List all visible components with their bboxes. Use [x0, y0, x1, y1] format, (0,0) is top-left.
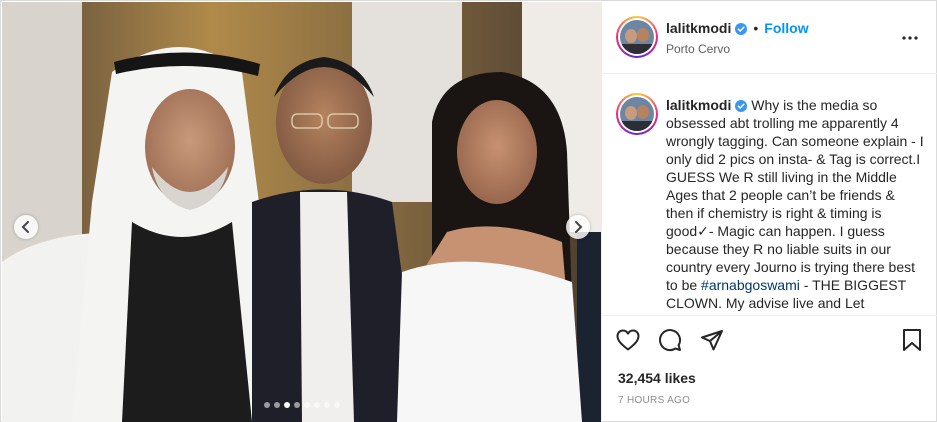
avatar-image — [620, 20, 654, 54]
header-user-line: lalitkmodi • Follow — [666, 20, 809, 36]
carousel-dots — [2, 402, 601, 408]
comments-section: lalitkmodi Why is the media so obsessed … — [602, 75, 937, 315]
likes-count[interactable]: 32,454 likes — [618, 370, 696, 386]
location-link[interactable]: Porto Cervo — [666, 42, 730, 56]
post-header: lalitkmodi • Follow Porto Cervo — [602, 2, 937, 74]
caption-username[interactable]: lalitkmodi — [666, 97, 731, 113]
separator-dot: • — [753, 20, 759, 36]
paper-plane-icon — [701, 330, 723, 351]
post-caption: lalitkmodi Why is the media so obsessed … — [666, 96, 924, 312]
post-side-panel: lalitkmodi • Follow Porto Cervo lalitkmo… — [601, 2, 937, 422]
chevron-left-icon — [21, 221, 29, 233]
carousel-dot — [263, 402, 270, 408]
post-photo — [2, 2, 601, 422]
carousel-dot — [313, 402, 320, 408]
post-timestamp[interactable]: 7 HOURS AGO — [618, 395, 690, 406]
follow-button[interactable]: Follow — [764, 20, 808, 36]
username[interactable]: lalitkmodi — [666, 20, 731, 36]
comment-bubble-icon — [659, 329, 682, 352]
avatar[interactable] — [616, 16, 658, 58]
caption-avatar[interactable] — [616, 93, 658, 135]
more-horizontal-icon — [902, 36, 918, 40]
carousel-dot — [273, 402, 280, 408]
carousel-dot — [303, 402, 310, 408]
bookmark-icon — [903, 329, 921, 351]
like-button[interactable] — [614, 326, 642, 354]
save-button[interactable] — [898, 326, 926, 354]
post-card: lalitkmodi • Follow Porto Cervo lalitkmo… — [0, 0, 937, 422]
carousel-dot — [323, 402, 330, 408]
caption-text: Why is the media so obsessed abt trollin… — [666, 97, 924, 293]
heart-icon — [616, 329, 640, 351]
carousel-prev-button[interactable] — [14, 215, 38, 239]
comment-button[interactable] — [656, 326, 684, 354]
avatar-image — [620, 97, 654, 131]
post-media[interactable] — [2, 2, 601, 422]
verified-badge-icon — [735, 100, 748, 112]
verified-badge-icon — [735, 23, 748, 35]
carousel-dot — [293, 402, 300, 408]
post-actions: 32,454 likes 7 HOURS AGO — [602, 315, 937, 422]
share-button[interactable] — [698, 326, 726, 354]
carousel-next-button[interactable] — [566, 215, 590, 239]
more-options-button[interactable] — [898, 26, 922, 50]
hashtag-link[interactable]: #arnabgoswami — [701, 277, 800, 293]
carousel-dot — [333, 402, 340, 408]
chevron-right-icon — [575, 221, 583, 233]
carousel-dot — [283, 402, 290, 408]
